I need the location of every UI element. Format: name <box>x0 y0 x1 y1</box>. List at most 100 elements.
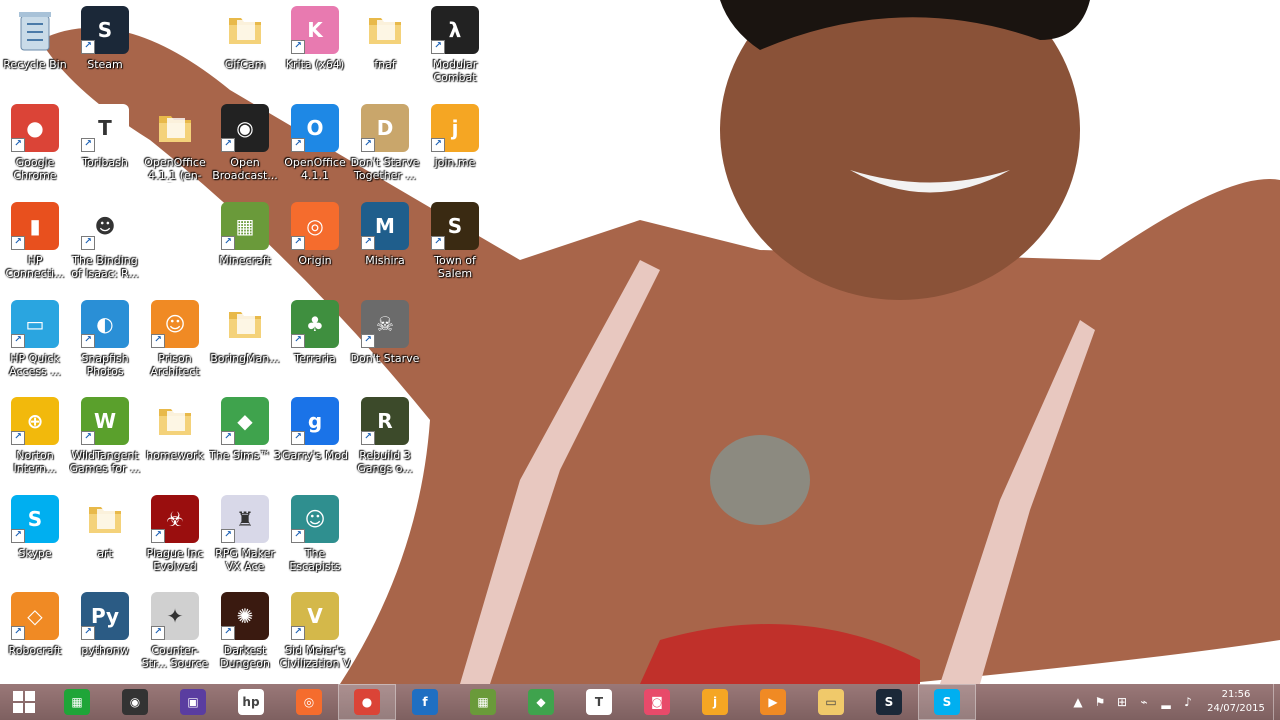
desktop-icon[interactable]: GifCam <box>210 0 280 96</box>
taskbar-button[interactable]: S <box>860 684 918 720</box>
shortcut-arrow-icon: ↗ <box>81 431 95 445</box>
taskbar-button[interactable]: ▭ <box>802 684 860 720</box>
taskbar-button[interactable]: ▦ <box>48 684 106 720</box>
clock[interactable]: 21:56 24/07/2015 <box>1199 688 1273 716</box>
show-hidden-icons-icon[interactable]: ▲ <box>1067 684 1089 720</box>
prison-architect-icon: ☺ ↗ <box>151 300 199 348</box>
desktop-icon[interactable]: Recycle Bin <box>0 0 70 96</box>
shortcut-arrow-icon: ↗ <box>291 236 305 250</box>
taskbar-button[interactable]: ▦ <box>454 684 512 720</box>
desktop-icon[interactable]: art <box>70 489 140 585</box>
desktop-icon-label: homework <box>146 449 204 462</box>
mishira-icon: M ↗ <box>361 202 409 250</box>
desktop-icon[interactable]: ✺ ↗ Darkest Dungeon <box>210 586 280 682</box>
flag-icon[interactable]: ⚑ <box>1089 684 1111 720</box>
volume-icon[interactable]: ♪ <box>1177 684 1199 720</box>
desktop-icon[interactable]: ● ↗ Google Chrome <box>0 98 70 194</box>
desktop-icon[interactable]: OpenOffice 4.1.1 (en-G... <box>140 98 210 194</box>
desktop-icon[interactable]: ☺ ↗ Prison Architect <box>140 294 210 390</box>
desktop-icon[interactable]: ◆ ↗ The Sims™ 3 <box>209 391 281 487</box>
desktop-icon[interactable]: S ↗ Skype <box>0 489 70 585</box>
start-button[interactable] <box>0 684 48 720</box>
desktop-icon[interactable]: ☠ ↗ Don't Starve <box>350 294 420 390</box>
desktop-icon-label: Recycle Bin <box>3 58 67 71</box>
network-icon[interactable]: ▂ <box>1155 684 1177 720</box>
desktop-icon[interactable]: ▮ ↗ HP Connecti... <box>0 196 70 292</box>
desktop-icon[interactable]: ◐ ↗ Snapfish Photos <box>70 294 140 390</box>
taskbar-button[interactable]: hp <box>222 684 280 720</box>
desktop-icon[interactable]: ☺ ↗ The Escapists <box>280 489 350 585</box>
shortcut-arrow-icon: ↗ <box>291 334 305 348</box>
shortcut-arrow-icon: ↗ <box>291 40 305 54</box>
desktop-icon[interactable]: ☣ ↗ Plague Inc Evolved <box>140 489 210 585</box>
desktop-icon[interactable]: ☻ ↗ The Binding of Isaac: R... <box>70 196 140 292</box>
desktop-icon[interactable]: ⊕ ↗ Norton Intern... <box>0 391 70 487</box>
desktop-icon[interactable]: ◉ ↗ Open Broadcast... <box>210 98 280 194</box>
desktop-icon-label: Darkest Dungeon <box>220 644 270 670</box>
desktop-icon-label: RPG Maker VX Ace <box>215 547 275 573</box>
desktop-icon[interactable]: D ↗ Don't Starve Together ... <box>350 98 420 194</box>
desktop-icon[interactable]: S ↗ Steam <box>70 0 140 96</box>
taskbar-button[interactable]: ◉ <box>106 684 164 720</box>
desktop-icon[interactable]: R ↗ Rebuild 3 Gangs o... <box>350 391 420 487</box>
desktop-icon[interactable]: V ↗ Sid Meier's Civilization V <box>279 586 351 682</box>
show-desktop-button[interactable] <box>1273 684 1280 720</box>
taskbar-button[interactable]: T <box>570 684 628 720</box>
shortcut-arrow-icon: ↗ <box>431 236 445 250</box>
desktop-icon[interactable]: ▭ ↗ HP Quick Access ... <box>0 294 70 390</box>
shortcut-arrow-icon: ↗ <box>11 138 25 152</box>
rebuild-icon: R ↗ <box>361 397 409 445</box>
python-icon: Py ↗ <box>81 592 129 640</box>
taskbar-button[interactable]: ▶ <box>744 684 802 720</box>
desktop-icon[interactable]: j ↗ join.me <box>420 98 490 194</box>
folder-icon <box>151 397 199 445</box>
desktop-icon-label: HP Quick Access ... <box>9 352 61 378</box>
norton-icon: ⊕ ↗ <box>11 397 59 445</box>
desktop-icon[interactable]: ♣ ↗ Terraria <box>280 294 350 390</box>
usb-icon[interactable]: ⌁ <box>1133 684 1155 720</box>
desktop-icon[interactable]: T ↗ Toribash <box>70 98 140 194</box>
darkest-dungeon-icon: ✺ ↗ <box>221 592 269 640</box>
desktop-icon[interactable]: ◇ ↗ Robocraft <box>0 586 70 682</box>
desktop-icon[interactable]: fnaf <box>350 0 420 96</box>
half-life-icon: λ ↗ <box>431 6 479 54</box>
taskbar-button[interactable]: ▣ <box>164 684 222 720</box>
isaac-icon: ☻ ↗ <box>81 202 129 250</box>
taskbar-button[interactable]: f <box>396 684 454 720</box>
shortcut-arrow-icon: ↗ <box>151 626 165 640</box>
desktop-icon-label: Sid Meier's Civilization V <box>279 644 351 670</box>
desktop-icon-label: pythonw <box>81 644 129 657</box>
shortcut-arrow-icon: ↗ <box>361 431 375 445</box>
taskbar-button[interactable]: ◙ <box>628 684 686 720</box>
dont-starve-together-icon: D ↗ <box>361 104 409 152</box>
desktop-icon[interactable]: K ↗ Krita (x64) <box>280 0 350 96</box>
desktop: Recycle Bin S ↗ Steam GifCam K ↗ Krita (x64) fna… <box>0 0 1280 684</box>
rpg-maker-icon: ♜ ↗ <box>221 495 269 543</box>
sims-icon: ◆ <box>528 689 554 715</box>
desktop-icon[interactable]: g ↗ Garry's Mod <box>280 391 350 487</box>
windows-icon[interactable]: ⊞ <box>1111 684 1133 720</box>
tray-icons: ▲ ⚑ ⊞ ⌁ ▂ ♪ <box>1067 684 1199 720</box>
shortcut-arrow-icon: ↗ <box>431 40 445 54</box>
desktop-icon[interactable]: ◎ ↗ Origin <box>280 196 350 292</box>
desktop-icon[interactable]: homework <box>140 391 210 487</box>
taskbar-button[interactable]: j <box>686 684 744 720</box>
shortcut-arrow-icon: ↗ <box>291 529 305 543</box>
desktop-icon[interactable]: λ ↗ Modular Combat <box>420 0 490 96</box>
desktop-icon[interactable]: S ↗ Town of Salem <box>420 196 490 292</box>
taskbar-button[interactable]: S <box>918 684 976 720</box>
desktop-icon[interactable]: ♜ ↗ RPG Maker VX Ace <box>210 489 280 585</box>
desktop-icon-label: Don't Starve <box>350 352 420 365</box>
desktop-icon[interactable]: O ↗ OpenOffice 4.1.1 <box>280 98 350 194</box>
taskbar-button[interactable]: ● <box>338 684 396 720</box>
desktop-icon[interactable]: ✦ ↗ Counter-Str... Source <box>140 586 210 682</box>
desktop-icon[interactable]: M ↗ Mishira <box>350 196 420 292</box>
desktop-icon[interactable]: Py ↗ pythonw <box>70 586 140 682</box>
folder-icon <box>81 495 129 543</box>
desktop-icon[interactable]: W ↗ WildTangent Games for ... <box>69 391 141 487</box>
desktop-icon[interactable]: ▦ ↗ Minecraft <box>210 196 280 292</box>
obs-icon: ◉ ↗ <box>221 104 269 152</box>
desktop-icon[interactable]: BoringMan... <box>210 294 280 390</box>
taskbar-button[interactable]: ◆ <box>512 684 570 720</box>
taskbar-button[interactable]: ◎ <box>280 684 338 720</box>
